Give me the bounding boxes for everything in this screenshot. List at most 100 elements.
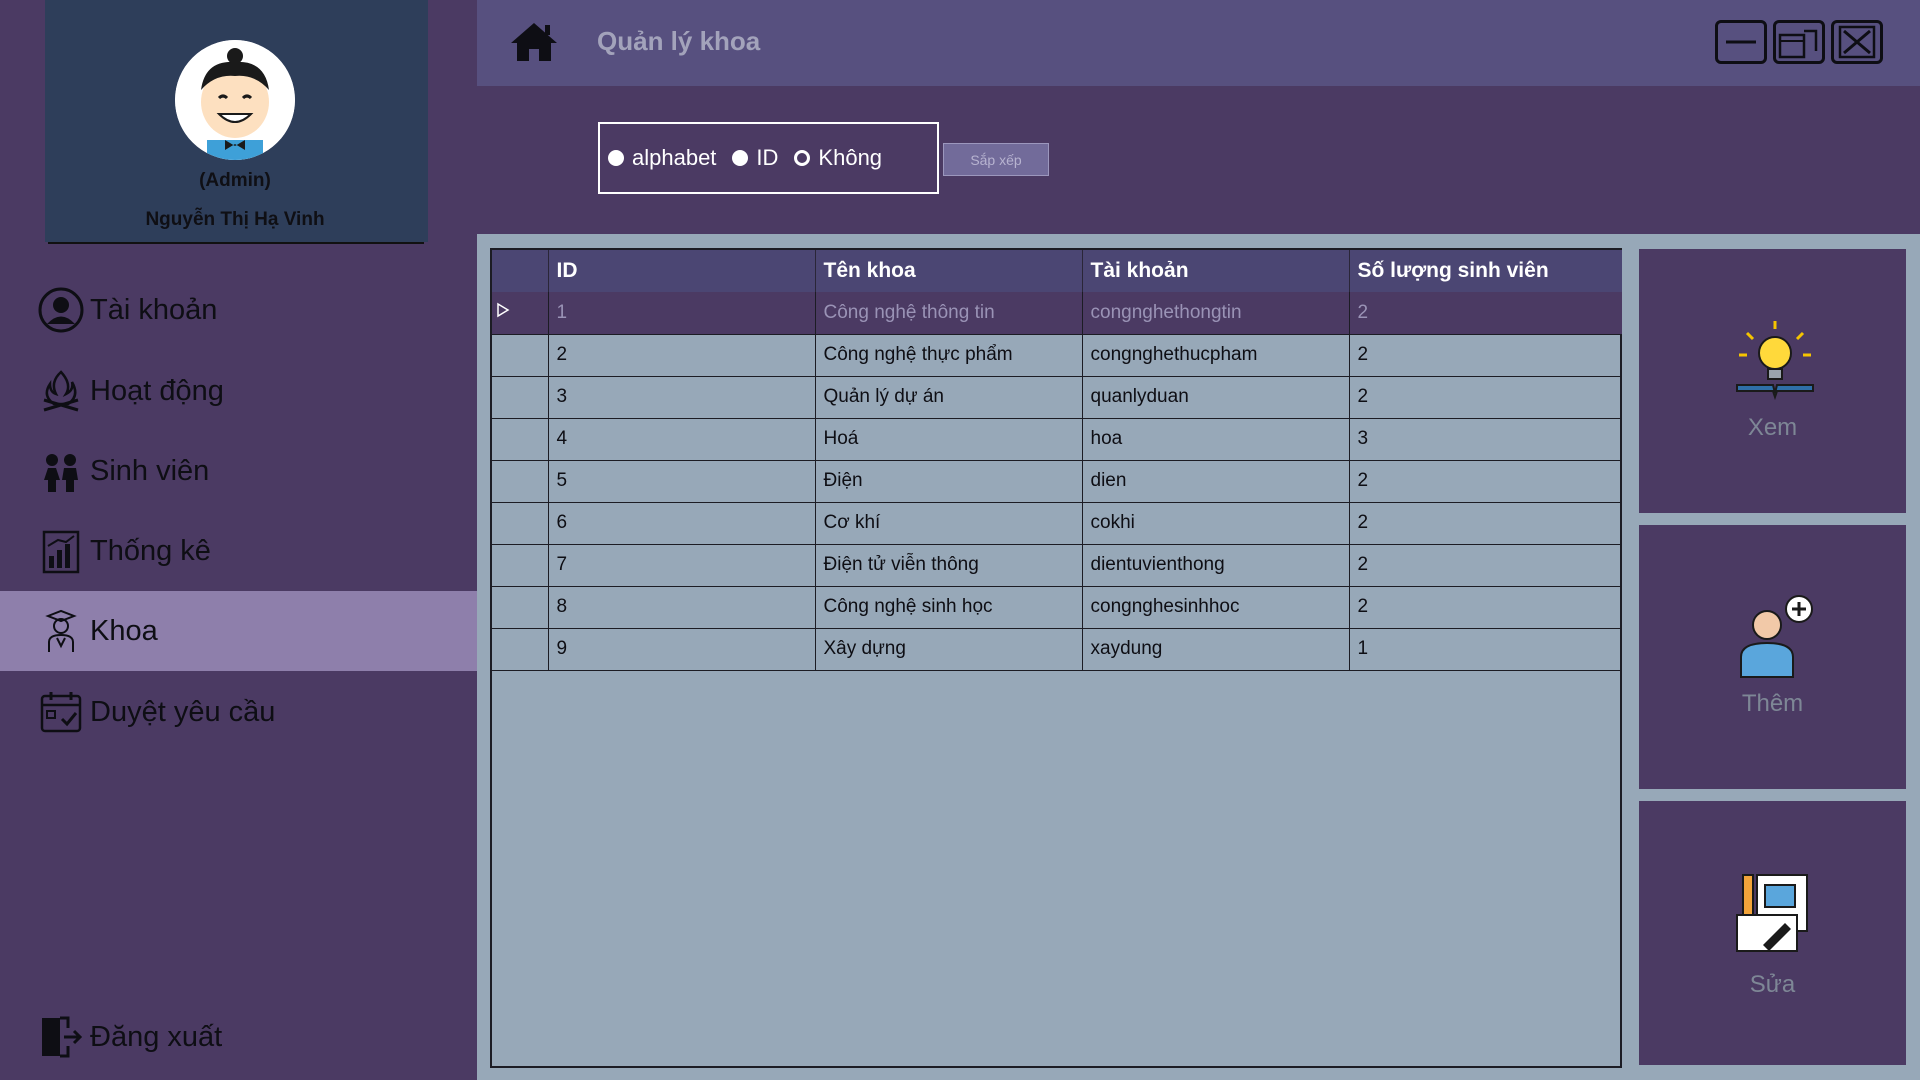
- cartoon-boy-avatar-icon: [175, 40, 295, 160]
- table-row[interactable]: 8 Công nghệ sinh học congnghesinhhoc 2: [492, 586, 1622, 629]
- row-pointer-icon: [497, 302, 510, 318]
- cell-tai-khoan[interactable]: dientuvienthong: [1082, 544, 1350, 587]
- add-button[interactable]: Thêm: [1639, 525, 1906, 789]
- cell-id[interactable]: 9: [548, 628, 816, 671]
- view-button[interactable]: Xem: [1639, 249, 1906, 513]
- row-header-cell[interactable]: [492, 334, 549, 377]
- cell-id[interactable]: 8: [548, 586, 816, 629]
- table-row[interactable]: 2 Công nghệ thực phẩm congnghethucpham 2: [492, 334, 1622, 377]
- home-icon[interactable]: [509, 20, 559, 64]
- table-row[interactable]: 7 Điện tử viễn thông dientuvienthong 2: [492, 544, 1622, 587]
- cell-id[interactable]: 1: [548, 292, 816, 335]
- table-row[interactable]: 6 Cơ khí cokhi 2: [492, 502, 1622, 545]
- cell-id[interactable]: 3: [548, 376, 816, 419]
- cell-id[interactable]: 5: [548, 460, 816, 503]
- cell-so-luong[interactable]: 3: [1349, 418, 1622, 461]
- sidebar-item-label: Hoạt động: [90, 374, 224, 407]
- column-header-so-luong[interactable]: Số lượng sinh viên: [1349, 250, 1622, 292]
- faculty-table: ID Tên khoa Tài khoản Số lượng sinh viên…: [490, 248, 1622, 1068]
- cell-ten-khoa[interactable]: Điện: [815, 460, 1083, 503]
- cell-tai-khoan[interactable]: hoa: [1082, 418, 1350, 461]
- table-row[interactable]: 5 Điện dien 2: [492, 460, 1622, 503]
- row-header-cell[interactable]: [492, 292, 549, 335]
- column-header-ten-khoa[interactable]: Tên khoa: [815, 250, 1083, 292]
- edit-button[interactable]: Sửa: [1639, 801, 1906, 1065]
- cell-so-luong[interactable]: 2: [1349, 460, 1622, 503]
- row-header-cell[interactable]: [492, 544, 549, 587]
- sidebar-item-label: Thống kê: [90, 534, 211, 567]
- cell-tai-khoan[interactable]: xaydung: [1082, 628, 1350, 671]
- sidebar-item-label: Khoa: [90, 614, 158, 647]
- cell-ten-khoa[interactable]: Điện tử viễn thông: [815, 544, 1083, 587]
- column-header-id[interactable]: ID: [548, 250, 816, 292]
- cell-ten-khoa[interactable]: Công nghệ thực phẩm: [815, 334, 1083, 377]
- cell-so-luong[interactable]: 2: [1349, 544, 1622, 587]
- radio-label-alphabet: alphabet: [632, 145, 717, 170]
- cell-id[interactable]: 6: [548, 502, 816, 545]
- sidebar-item-duyet-yeu-cau[interactable]: Duyệt yêu cầu: [0, 672, 477, 752]
- cell-tai-khoan[interactable]: quanlyduan: [1082, 376, 1350, 419]
- row-header-cell[interactable]: [492, 502, 549, 545]
- cell-so-luong[interactable]: 2: [1349, 292, 1622, 335]
- add-user-icon: [1733, 595, 1813, 678]
- radio-id[interactable]: [732, 150, 749, 166]
- sort-button[interactable]: Sắp xếp: [943, 143, 1049, 176]
- calendar-check-icon: [37, 688, 85, 736]
- cell-tai-khoan[interactable]: congnghethucpham: [1082, 334, 1350, 377]
- bar-chart-icon: [37, 527, 85, 575]
- maximize-button[interactable]: [1773, 20, 1825, 64]
- column-header-tai-khoan[interactable]: Tài khoản: [1082, 250, 1350, 292]
- cell-ten-khoa[interactable]: Quản lý dự án: [815, 376, 1083, 419]
- cell-so-luong[interactable]: 2: [1349, 334, 1622, 377]
- close-icon: [1838, 25, 1876, 59]
- table-row[interactable]: 9 Xây dựng xaydung 1: [492, 628, 1622, 671]
- cell-ten-khoa[interactable]: Cơ khí: [815, 502, 1083, 545]
- cell-tai-khoan[interactable]: congnghesinhhoc: [1082, 586, 1350, 629]
- sidebar-item-khoa[interactable]: Khoa: [0, 591, 477, 671]
- close-button[interactable]: [1831, 20, 1883, 64]
- cell-so-luong[interactable]: 1: [1349, 628, 1622, 671]
- row-header-cell[interactable]: [492, 586, 549, 629]
- cell-ten-khoa[interactable]: Công nghệ thông tin: [815, 292, 1083, 335]
- lightbulb-book-icon: [1733, 319, 1814, 401]
- radio-alphabet[interactable]: [608, 150, 624, 166]
- user-role: (Admin): [199, 170, 271, 191]
- row-header-cell[interactable]: [492, 460, 549, 503]
- row-header-cell[interactable]: [492, 376, 549, 419]
- title-bar: Quản lý khoa: [477, 0, 1920, 86]
- edit-label: Sửa: [1749, 971, 1796, 998]
- cell-id[interactable]: 7: [548, 544, 816, 587]
- cell-ten-khoa[interactable]: Xây dựng: [815, 628, 1083, 671]
- view-label: Xem: [1747, 414, 1798, 441]
- table-row[interactable]: 1 Công nghệ thông tin congnghethongtin 2: [492, 292, 1622, 335]
- sidebar-item-hoat-dong[interactable]: Hoạt động: [0, 351, 477, 431]
- sidebar-item-thong-ke[interactable]: Thống kê: [0, 511, 477, 591]
- radio-label-id: ID: [756, 145, 779, 170]
- cell-tai-khoan[interactable]: dien: [1082, 460, 1350, 503]
- user-circle-icon: [37, 286, 85, 334]
- table-header-row: ID Tên khoa Tài khoản Số lượng sinh viên: [492, 250, 1622, 292]
- logout-label: Đăng xuất: [90, 1020, 223, 1053]
- row-header-cell[interactable]: [492, 628, 549, 671]
- cell-so-luong[interactable]: 2: [1349, 376, 1622, 419]
- sidebar-item-sinh-vien[interactable]: Sinh viên: [0, 431, 477, 511]
- table-row[interactable]: 4 Hoá hoa 3: [492, 418, 1622, 461]
- cell-tai-khoan[interactable]: congnghethongtin: [1082, 292, 1350, 335]
- cell-so-luong[interactable]: 2: [1349, 586, 1622, 629]
- edit-document-icon: [1733, 871, 1813, 952]
- cell-so-luong[interactable]: 2: [1349, 502, 1622, 545]
- row-header-cell[interactable]: [492, 418, 549, 461]
- logout-button[interactable]: Đăng xuất: [0, 997, 477, 1077]
- radio-khong[interactable]: [794, 150, 811, 166]
- cell-id[interactable]: 4: [548, 418, 816, 461]
- cell-ten-khoa[interactable]: Hoá: [815, 418, 1083, 461]
- graduate-icon: [37, 607, 85, 655]
- minimize-button[interactable]: [1715, 20, 1767, 64]
- table-row[interactable]: 3 Quản lý dự án quanlyduan 2: [492, 376, 1622, 419]
- sidebar-item-tai-khoan[interactable]: Tài khoản: [0, 270, 477, 350]
- cell-ten-khoa[interactable]: Công nghệ sinh học: [815, 586, 1083, 629]
- cell-id[interactable]: 2: [548, 334, 816, 377]
- cell-tai-khoan[interactable]: cokhi: [1082, 502, 1350, 545]
- campfire-icon: [37, 367, 85, 415]
- avatar: [175, 40, 295, 160]
